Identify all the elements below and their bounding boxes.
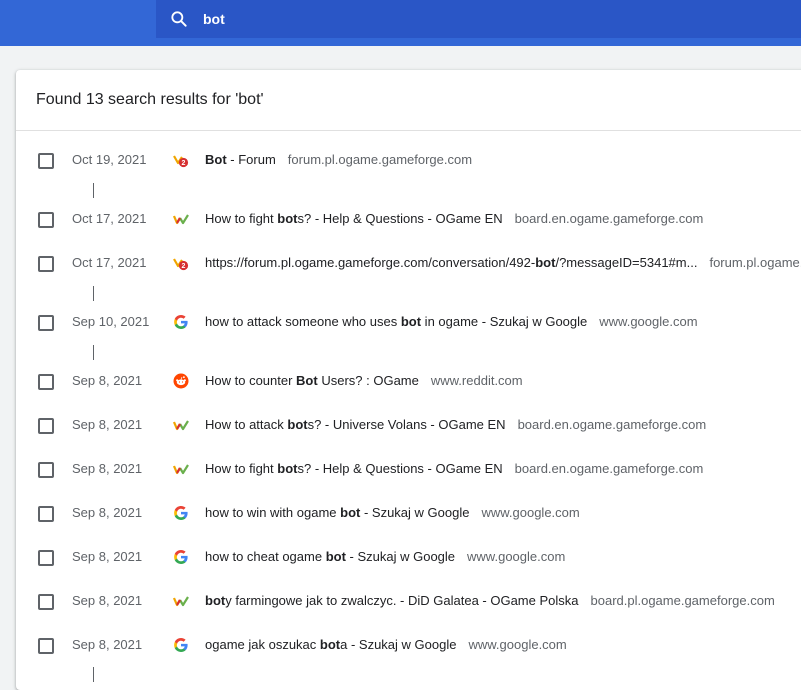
row-checkbox[interactable]	[38, 638, 54, 654]
visit-date: Sep 8, 2021	[72, 593, 143, 608]
google-icon	[173, 505, 189, 521]
page-title-link[interactable]: ogame jak oszukac bota - Szukaj w Google	[205, 637, 456, 652]
history-row[interactable]: Sep 8, 2021 how to cheat ogame bot - Szuk…	[16, 537, 801, 577]
row-checkbox[interactable]	[38, 594, 54, 610]
history-row[interactable]: Sep 8, 2021 boty farmingowe jak to zwalcz…	[16, 581, 801, 621]
row-checkbox[interactable]	[38, 153, 54, 169]
domain-label: board.pl.ogame.gameforge.com	[590, 593, 775, 608]
visit-date: Sep 10, 2021	[72, 314, 150, 329]
history-row[interactable]: Sep 10, 2021 how to attack someone who us…	[16, 302, 801, 342]
page-title-link[interactable]: Bot - Forum	[205, 152, 276, 167]
domain-label: board.en.ogame.gameforge.com	[514, 461, 704, 476]
reddit-icon	[173, 373, 189, 389]
row-checkbox[interactable]	[38, 256, 54, 272]
history-row[interactable]: Sep 8, 2021 How to counter Bot Users? : O…	[16, 361, 801, 401]
history-row[interactable]: Sep 8, 2021 how to win with ogame bot - S…	[16, 493, 801, 533]
domain-label: forum.pl.ogame.gameforge.com	[287, 152, 473, 167]
search-input[interactable]: bot	[203, 10, 225, 28]
entry: how to cheat ogame bot - Szukaj w Google…	[205, 548, 565, 565]
domain-label: www.google.com	[467, 549, 566, 564]
visit-date: Sep 8, 2021	[72, 505, 143, 520]
entry: How to fight bots? - Help & Questions - …	[205, 210, 703, 227]
page-title-link[interactable]: https://forum.pl.ogame.gameforge.com/con…	[205, 255, 697, 270]
page-title-link[interactable]: how to cheat ogame bot - Szukaj w Google	[205, 549, 455, 564]
visit-date: Sep 8, 2021	[72, 461, 143, 476]
history-row[interactable]: Oct 17, 2021 How to fight bots? - Help & …	[16, 199, 801, 239]
time-gap-connector	[93, 345, 94, 360]
domain-label: board.en.ogame.gameforge.com	[517, 417, 707, 432]
search-box[interactable]: bot	[156, 0, 801, 38]
visit-date: Sep 8, 2021	[72, 637, 143, 652]
domain-label: forum.pl.ogame.gameforge.com	[709, 255, 801, 270]
ogame-pl-icon: 2	[173, 255, 189, 271]
entry: Bot - Forum forum.pl.ogame.gameforge.com	[205, 151, 472, 168]
entry: how to win with ogame bot - Szukaj w Goo…	[205, 504, 580, 521]
gameforge-icon	[172, 211, 189, 227]
row-checkbox[interactable]	[38, 212, 54, 228]
history-row[interactable]: Oct 17, 2021 2 https://forum.pl.ogame.game…	[16, 243, 801, 283]
ogame-pl-icon: 2	[173, 152, 189, 168]
domain-label: www.google.com	[481, 505, 580, 520]
page-title-link[interactable]: How to fight bots? - Help & Questions - …	[205, 461, 503, 476]
gameforge-icon	[172, 461, 189, 477]
time-gap-connector	[93, 286, 94, 301]
page-title-link[interactable]: how to attack someone who uses bot in og…	[205, 314, 587, 329]
svg-text:2: 2	[182, 160, 186, 167]
entry: How to attack bots? - Universe Volans - …	[205, 416, 706, 433]
domain-label: board.en.ogame.gameforge.com	[514, 211, 704, 226]
entry: How to counter Bot Users? : OGame www.red…	[205, 372, 523, 389]
page-title-link[interactable]: boty farmingowe jak to zwalczyc. - DiD G…	[205, 593, 579, 608]
row-checkbox[interactable]	[38, 506, 54, 522]
domain-label: www.google.com	[468, 637, 567, 652]
entry: https://forum.pl.ogame.gameforge.com/con…	[205, 254, 801, 271]
row-checkbox[interactable]	[38, 462, 54, 478]
row-checkbox[interactable]	[38, 374, 54, 390]
page-title-link[interactable]: how to win with ogame bot - Szukaj w Goo…	[205, 505, 469, 520]
page-title-link[interactable]: How to attack bots? - Universe Volans - …	[205, 417, 506, 432]
google-icon	[173, 637, 189, 653]
visit-date: Sep 8, 2021	[72, 373, 143, 388]
svg-text:2: 2	[182, 263, 186, 270]
entry: boty farmingowe jak to zwalczyc. - DiD G…	[205, 592, 775, 609]
results-card: Found 13 search results for 'bot' Oct 19…	[16, 70, 801, 690]
entry: How to fight bots? - Help & Questions - …	[205, 460, 703, 477]
entry: how to attack someone who uses bot in og…	[205, 313, 698, 330]
domain-label: www.reddit.com	[430, 373, 523, 388]
time-gap-connector	[93, 667, 94, 682]
history-row[interactable]: Sep 8, 2021 ogame jak oszukac bota - Szuk…	[16, 625, 801, 665]
history-row[interactable]: Sep 8, 2021 How to attack bots? - Univers…	[16, 405, 801, 445]
gameforge-icon	[172, 417, 189, 433]
domain-label: www.google.com	[599, 314, 698, 329]
page-title-link[interactable]: How to fight bots? - Help & Questions - …	[205, 211, 503, 226]
results-header: Found 13 search results for 'bot'	[16, 70, 801, 131]
row-checkbox[interactable]	[38, 550, 54, 566]
visit-date: Sep 8, 2021	[72, 549, 143, 564]
search-icon	[171, 11, 187, 27]
time-gap-connector	[93, 183, 94, 198]
visit-date: Sep 8, 2021	[72, 417, 143, 432]
page-title-link[interactable]: How to counter Bot Users? : OGame	[205, 373, 419, 388]
top-toolbar: bot	[0, 0, 801, 46]
visit-date: Oct 19, 2021	[72, 152, 147, 167]
visit-date: Oct 17, 2021	[72, 211, 147, 226]
history-row[interactable]: Sep 8, 2021 How to fight bots? - Help & Q…	[16, 449, 801, 489]
row-checkbox[interactable]	[38, 418, 54, 434]
google-icon	[173, 549, 189, 565]
row-checkbox[interactable]	[38, 315, 54, 331]
history-row[interactable]: Oct 19, 2021 2 Bot - Forum forum.pl.ogame.g…	[16, 140, 801, 180]
gameforge-icon	[172, 593, 189, 609]
entry: ogame jak oszukac bota - Szukaj w Google…	[205, 636, 567, 653]
google-icon	[173, 314, 189, 330]
visit-date: Oct 17, 2021	[72, 255, 147, 270]
